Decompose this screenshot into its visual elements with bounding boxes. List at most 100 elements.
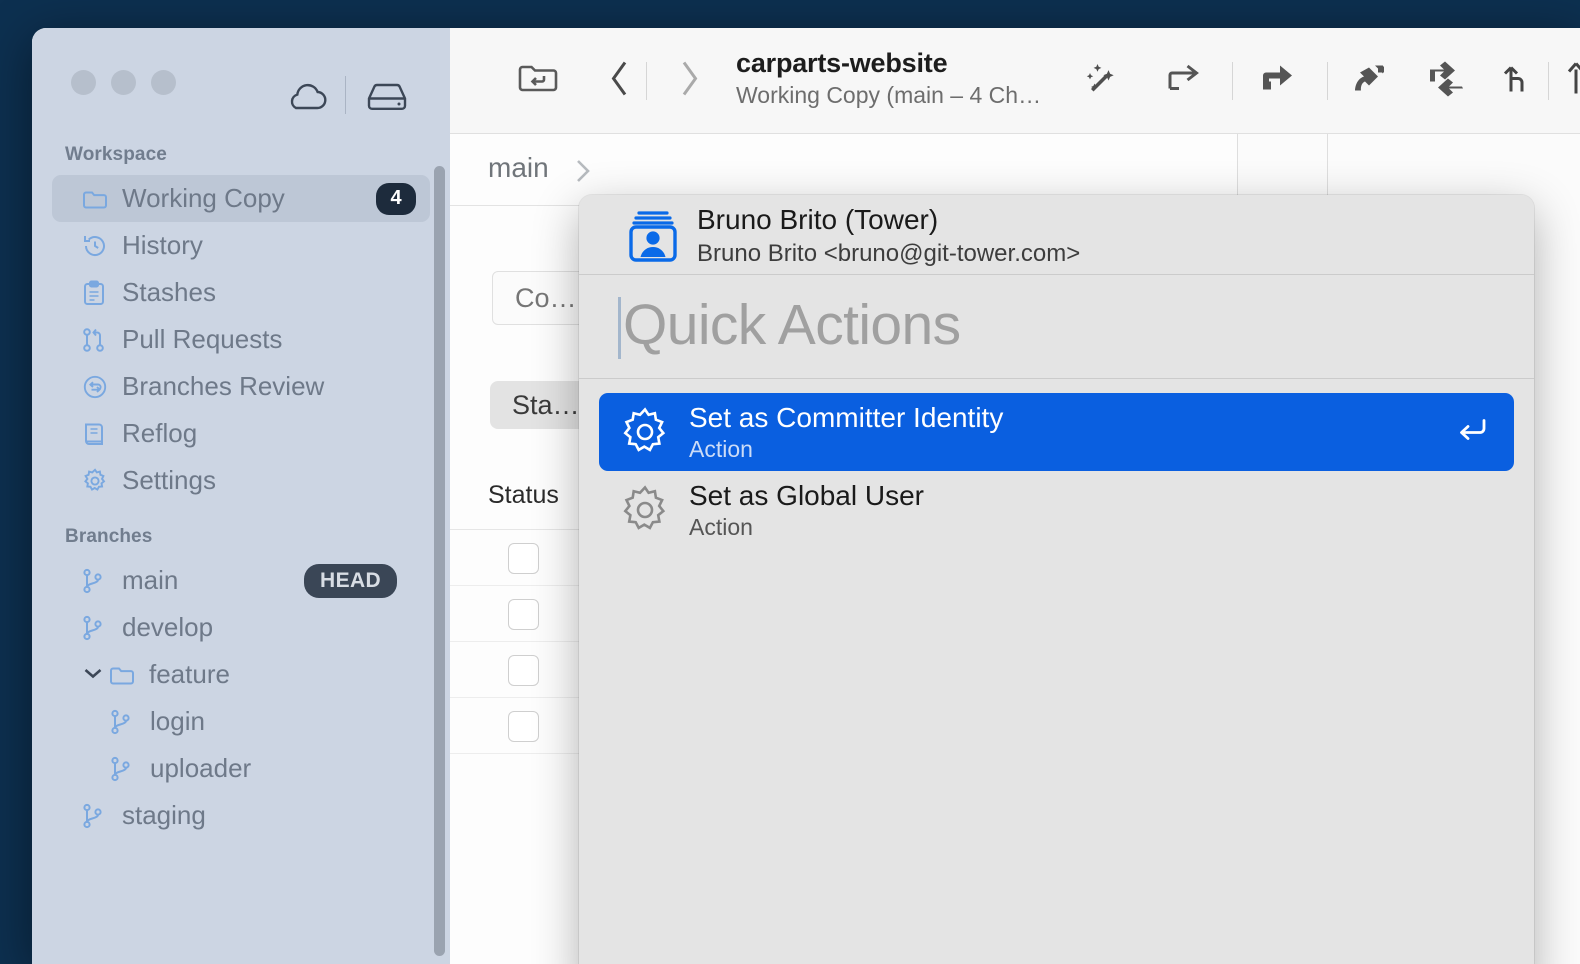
header-divider xyxy=(345,76,346,114)
sidebar-item-label: staging xyxy=(122,800,206,831)
file-checkbox[interactable] xyxy=(508,599,539,630)
sidebar-item-label: feature xyxy=(149,659,230,690)
sidebar-item-label: uploader xyxy=(150,753,251,784)
sidebar-branch-login[interactable]: login xyxy=(52,698,430,745)
branch-icon xyxy=(110,756,140,782)
toolbar-divider xyxy=(1548,62,1549,100)
chevron-down-icon[interactable] xyxy=(82,665,104,684)
sidebar-item-label: main xyxy=(122,565,178,596)
branch-icon xyxy=(110,709,140,735)
minimize-button[interactable] xyxy=(111,70,136,95)
sidebar-item-label: develop xyxy=(122,612,213,643)
identity-name: Bruno Brito (Tower) xyxy=(697,204,938,236)
cloud-icon[interactable] xyxy=(285,81,329,118)
sidebar-branch-develop[interactable]: develop xyxy=(52,604,430,651)
toolbar: carparts-website Working Copy (main – 4 … xyxy=(450,28,1580,134)
branch-icon xyxy=(82,803,112,829)
magic-wand-icon[interactable] xyxy=(1080,57,1126,104)
branches-review-icon xyxy=(82,374,112,400)
sidebar-item-label: Branches Review xyxy=(122,371,324,402)
push-icon[interactable] xyxy=(1345,57,1393,104)
action-text: Set as Committer Identity Action xyxy=(689,402,1003,463)
quick-action-set-as-committer-identity[interactable]: Set as Committer Identity Action xyxy=(599,393,1514,471)
sidebar-item-label: History xyxy=(122,230,203,261)
identity-email: Bruno Brito <bruno@git-tower.com> xyxy=(697,240,1080,268)
toolbar-divider xyxy=(646,62,647,100)
open-repository-icon[interactable] xyxy=(516,60,560,101)
section-title-workspace: Workspace xyxy=(32,144,450,166)
history-clock-icon xyxy=(82,233,112,259)
file-checkbox[interactable] xyxy=(508,711,539,742)
action-text: Set as Global User Action xyxy=(689,480,924,541)
sidebar-branch-staging[interactable]: staging xyxy=(52,792,430,839)
working-copy-change-count: 4 xyxy=(376,183,416,215)
tower-app-window: Workspace Working Copy 4 History xyxy=(32,28,1580,964)
column-header-status: Status xyxy=(488,481,559,510)
branch-icon xyxy=(82,568,112,594)
zoom-button[interactable] xyxy=(151,70,176,95)
text-caret xyxy=(618,297,621,359)
quick-actions-popup: Bruno Brito (Tower) Bruno Brito <bruno@g… xyxy=(579,195,1534,964)
file-checkbox[interactable] xyxy=(508,655,539,686)
forward-chevron-icon[interactable] xyxy=(677,57,701,104)
quick-actions-search-row[interactable]: Quick Actions xyxy=(579,275,1534,379)
back-chevron-icon[interactable] xyxy=(608,57,632,104)
pull-outline-icon[interactable] xyxy=(1162,57,1210,104)
sync-icon[interactable] xyxy=(1423,57,1471,104)
hard-drive-icon[interactable] xyxy=(365,81,409,118)
upload-icon[interactable] xyxy=(1562,57,1580,104)
sidebar-scrollbar[interactable] xyxy=(434,166,445,956)
page-title: carparts-website xyxy=(736,48,1066,79)
breadcrumb-chevron-icon xyxy=(570,156,596,191)
action-title: Set as Global User xyxy=(689,480,924,512)
quick-actions-identity-header: Bruno Brito (Tower) Bruno Brito <bruno@g… xyxy=(579,195,1534,275)
sidebar-branch-uploader[interactable]: uploader xyxy=(52,745,430,792)
toolbar-divider xyxy=(1232,62,1233,100)
section-title-branches: Branches xyxy=(32,526,450,548)
sidebar-item-label: login xyxy=(150,706,205,737)
sidebar-item-reflog[interactable]: Reflog xyxy=(52,410,430,457)
sidebar-item-pull-requests[interactable]: Pull Requests xyxy=(52,316,430,363)
gear-icon xyxy=(619,484,681,536)
action-title: Set as Committer Identity xyxy=(689,402,1003,434)
sidebar-item-working-copy[interactable]: Working Copy 4 xyxy=(52,175,430,222)
sidebar-item-branches-review[interactable]: Branches Review xyxy=(52,363,430,410)
quick-action-set-as-global-user[interactable]: Set as Global User Action xyxy=(599,471,1514,549)
sidebar: Workspace Working Copy 4 History xyxy=(32,28,450,964)
quick-actions-list: Set as Committer Identity Action xyxy=(579,379,1534,549)
clipboard-icon xyxy=(82,280,112,306)
book-icon xyxy=(82,421,112,447)
action-subtitle: Action xyxy=(689,436,1003,463)
toolbar-divider xyxy=(1327,62,1328,100)
sidebar-item-label: Stashes xyxy=(122,277,216,308)
folder-icon xyxy=(109,664,139,686)
sidebar-header xyxy=(32,28,450,128)
gear-icon xyxy=(82,468,112,494)
sidebar-item-label: Working Copy xyxy=(122,183,285,214)
repository-title-block: carparts-website Working Copy (main – 4 … xyxy=(736,48,1066,109)
return-key-icon xyxy=(1454,415,1490,450)
branch-icon xyxy=(82,615,112,641)
action-subtitle: Action xyxy=(689,514,924,541)
pull-filled-icon[interactable] xyxy=(1255,57,1303,104)
contact-card-icon xyxy=(623,206,683,269)
branch-tool-icon[interactable] xyxy=(1500,57,1534,104)
panel-divider xyxy=(1327,134,1328,196)
breadcrumb-branch[interactable]: main xyxy=(488,152,549,184)
sidebar-item-label: Reflog xyxy=(122,418,197,449)
close-button[interactable] xyxy=(71,70,96,95)
sidebar-item-stashes[interactable]: Stashes xyxy=(52,269,430,316)
sidebar-item-label: Settings xyxy=(122,465,216,496)
pull-request-icon xyxy=(82,327,112,353)
gear-icon xyxy=(619,406,681,458)
search-input[interactable]: Quick Actions xyxy=(623,292,961,358)
sidebar-item-settings[interactable]: Settings xyxy=(52,457,430,504)
head-badge: HEAD xyxy=(304,564,397,598)
file-checkbox[interactable] xyxy=(508,543,539,574)
sidebar-item-history[interactable]: History xyxy=(52,222,430,269)
sidebar-branch-folder-feature[interactable]: feature xyxy=(52,651,430,698)
page-subtitle: Working Copy (main – 4 Ch… xyxy=(736,82,1066,109)
sidebar-item-label: Pull Requests xyxy=(122,324,282,355)
sidebar-branch-main[interactable]: main HEAD xyxy=(52,557,430,604)
folder-icon xyxy=(82,188,112,210)
